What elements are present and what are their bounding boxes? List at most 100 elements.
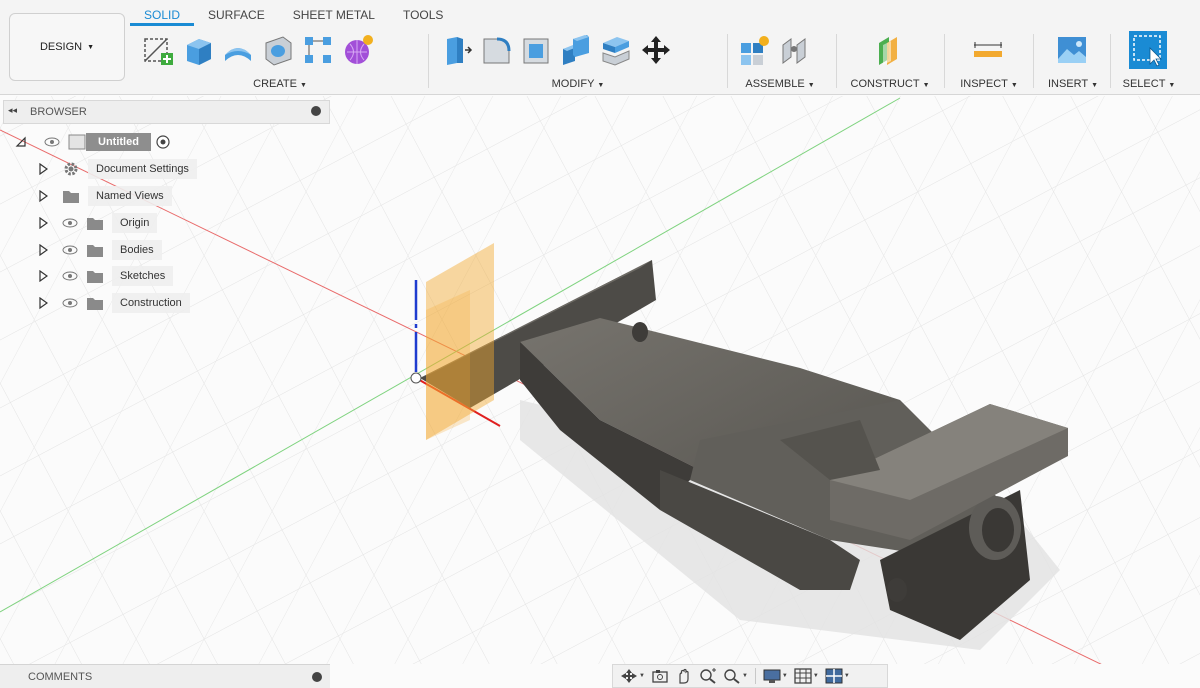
select-label: SELECT	[1122, 78, 1166, 90]
folder-icon	[86, 268, 104, 284]
expand-triangle-icon[interactable]	[36, 296, 50, 310]
display-settings-icon[interactable]: ▼	[760, 666, 791, 686]
create-sketch-icon[interactable]	[138, 30, 178, 70]
split-body-icon[interactable]	[596, 30, 636, 70]
modify-label: MODIFY	[551, 78, 595, 90]
eye-icon[interactable]	[60, 216, 80, 230]
create-menu[interactable]: CREATE ▼	[138, 78, 422, 90]
inspect-label: INSPECT	[960, 78, 1008, 90]
measure-icon[interactable]	[968, 30, 1008, 70]
divider	[727, 34, 728, 88]
inspect-menu[interactable]: INSPECT ▼	[950, 78, 1028, 90]
assemble-menu[interactable]: ASSEMBLE ▼	[734, 78, 826, 90]
orbit-icon[interactable]: ▼	[617, 666, 648, 686]
browser-item-bodies[interactable]: Bodies	[36, 239, 162, 261]
browser-item-sketches[interactable]: Sketches	[36, 265, 174, 287]
modify-icons	[436, 28, 676, 72]
caret-down-icon: ▼	[299, 82, 307, 89]
origin-point[interactable]	[410, 372, 422, 384]
eye-icon[interactable]	[42, 135, 62, 149]
expand-triangle-icon[interactable]	[36, 216, 50, 230]
expand-triangle-icon[interactable]	[36, 269, 50, 283]
activate-radio-icon[interactable]	[155, 134, 171, 150]
tab-solid[interactable]: SOLID	[130, 6, 195, 26]
gear-icon	[62, 160, 80, 178]
caret-down-icon: ▼	[741, 673, 748, 679]
canvas-svg[interactable]	[0, 96, 1200, 688]
browser-item-origin[interactable]: Origin	[36, 212, 158, 234]
create-group: CREATE ▼	[138, 28, 422, 92]
expand-triangle-icon[interactable]	[36, 162, 50, 176]
shell-icon[interactable]	[516, 30, 556, 70]
caret-down-icon: ▼	[1168, 82, 1176, 89]
comments-panel[interactable]: COMMENTS	[0, 664, 330, 688]
offset-plane-icon[interactable]	[870, 30, 910, 70]
assemble-icons	[734, 28, 814, 72]
insert-icons	[1052, 28, 1092, 72]
hole-icon[interactable]	[258, 30, 298, 70]
eye-icon[interactable]	[60, 296, 80, 310]
modify-menu[interactable]: MODIFY ▼	[436, 78, 720, 90]
root-label[interactable]: Untitled	[86, 133, 151, 151]
collapse-icon[interactable]: ◂◂	[8, 105, 17, 116]
browser-title: BROWSER	[30, 106, 87, 118]
insert-image-icon[interactable]	[1052, 30, 1092, 70]
3d-viewport[interactable]	[0, 96, 1200, 688]
extrude-icon[interactable]	[178, 30, 218, 70]
divider	[944, 34, 945, 88]
combine-icon[interactable]	[556, 30, 596, 70]
new-component-icon[interactable]	[734, 30, 774, 70]
expand-triangle-icon[interactable]	[36, 189, 50, 203]
caret-down-icon: ▼	[1091, 82, 1099, 89]
press-pull-icon[interactable]	[436, 30, 476, 70]
select-menu[interactable]: SELECT ▼	[1114, 78, 1184, 90]
caret-down-icon: ▼	[639, 673, 645, 679]
item-label: Named Views	[88, 186, 172, 206]
tab-surface[interactable]: SURFACE	[194, 6, 279, 26]
caret-down-icon: ▼	[597, 82, 605, 89]
divider	[1033, 34, 1034, 88]
collapse-triangle-icon[interactable]	[14, 135, 28, 149]
rectangular-pattern-icon[interactable]	[298, 30, 338, 70]
zoom-icon[interactable]	[696, 666, 720, 686]
divider	[428, 34, 429, 88]
item-label: Sketches	[112, 266, 174, 286]
browser-item-document-settings[interactable]: Document Settings	[36, 158, 197, 180]
select-icon[interactable]	[1128, 30, 1168, 70]
expand-triangle-icon[interactable]	[36, 243, 50, 257]
caret-down-icon: ▼	[781, 673, 788, 679]
assemble-group: ASSEMBLE ▼	[734, 28, 826, 92]
eye-icon[interactable]	[60, 243, 80, 257]
select-icons	[1128, 28, 1168, 72]
joint-icon[interactable]	[774, 30, 814, 70]
workspace-label: DESIGN	[39, 41, 83, 53]
insert-group: INSERT ▼	[1038, 28, 1108, 92]
zoom-window-icon[interactable]: ▼	[720, 666, 751, 686]
inspect-group: INSPECT ▼	[950, 28, 1028, 92]
pan-icon[interactable]	[672, 666, 696, 686]
panel-options-icon[interactable]	[312, 672, 322, 682]
browser-item-named-views[interactable]: Named Views	[36, 185, 172, 207]
viewports-icon[interactable]: ▼	[822, 666, 853, 686]
browser-root-item[interactable]: Untitled	[14, 131, 171, 153]
grid-settings-icon[interactable]: ▼	[791, 666, 822, 686]
construct-label: CONSTRUCT	[850, 78, 920, 90]
caret-down-icon: ▼	[843, 673, 850, 679]
panel-options-icon[interactable]	[311, 106, 321, 116]
move-copy-icon[interactable]	[636, 30, 676, 70]
construct-menu[interactable]: CONSTRUCT ▼	[842, 78, 938, 90]
create-form-icon[interactable]	[338, 30, 378, 70]
revolve-icon[interactable]	[218, 30, 258, 70]
item-label: Document Settings	[88, 159, 197, 179]
tab-tools[interactable]: TOOLS	[389, 6, 457, 26]
workspace-switcher-button[interactable]: DESIGN ▼	[9, 13, 125, 81]
divider	[1110, 34, 1111, 88]
look-at-icon[interactable]	[648, 666, 672, 686]
construction-plane-face	[426, 290, 470, 440]
eye-icon[interactable]	[60, 269, 80, 283]
insert-menu[interactable]: INSERT ▼	[1038, 78, 1108, 90]
browser-item-construction[interactable]: Construction	[36, 292, 190, 314]
fillet-icon[interactable]	[476, 30, 516, 70]
tab-sheet-metal[interactable]: SHEET METAL	[279, 6, 389, 26]
document-icon	[68, 134, 86, 150]
